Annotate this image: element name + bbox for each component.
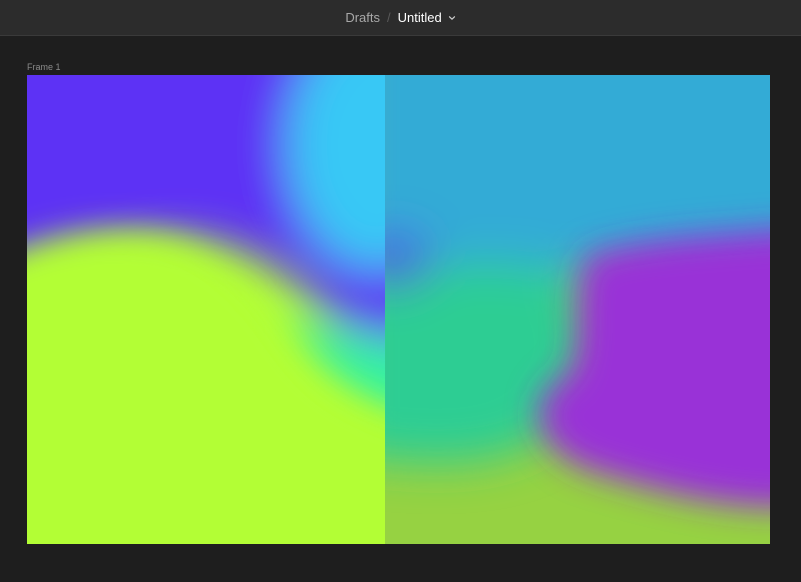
frame-label[interactable]: Frame 1	[27, 62, 61, 72]
breadcrumb-separator: /	[386, 10, 391, 25]
frame-1[interactable]	[27, 75, 770, 544]
top-bar: Drafts / Untitled	[0, 0, 801, 36]
chevron-down-icon[interactable]	[448, 15, 456, 21]
breadcrumb-drafts[interactable]: Drafts	[345, 10, 380, 25]
frame-split-shade	[385, 75, 770, 544]
canvas[interactable]: Frame 1	[0, 36, 801, 582]
file-name[interactable]: Untitled	[398, 10, 442, 25]
